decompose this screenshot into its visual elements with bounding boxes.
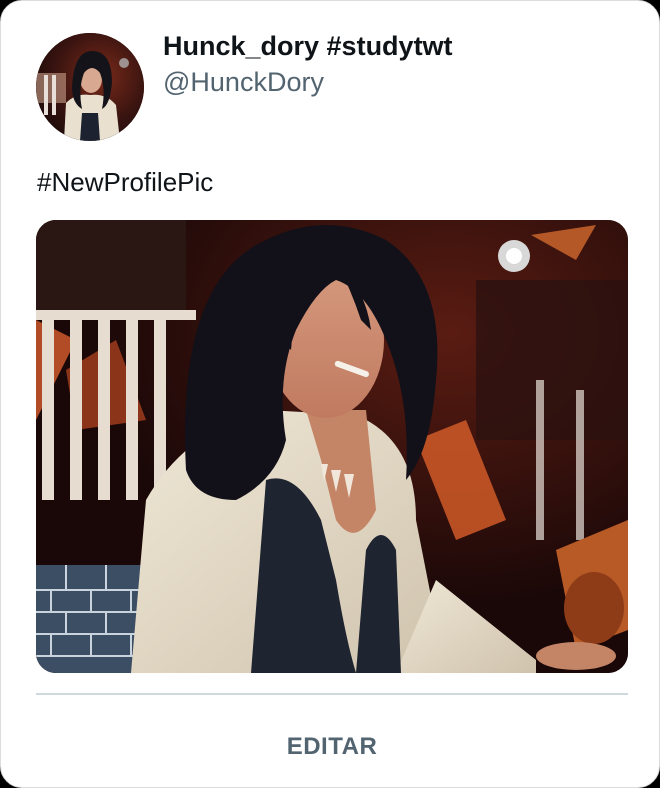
avatar[interactable] [36, 33, 144, 141]
tweet-text[interactable]: #NewProfilePic [37, 167, 213, 198]
avatar-image [36, 33, 144, 141]
display-name[interactable]: Hunck_dory #studytwt [163, 31, 453, 62]
user-handle[interactable]: @HunckDory [163, 67, 324, 98]
profile-pic-card: Hunck_dory #studytwt @HunckDory #NewProf… [0, 0, 660, 788]
profile-photo-image [36, 220, 628, 673]
divider [36, 693, 628, 695]
profile-photo[interactable] [36, 220, 628, 673]
edit-button[interactable]: EDITAR [36, 719, 628, 775]
